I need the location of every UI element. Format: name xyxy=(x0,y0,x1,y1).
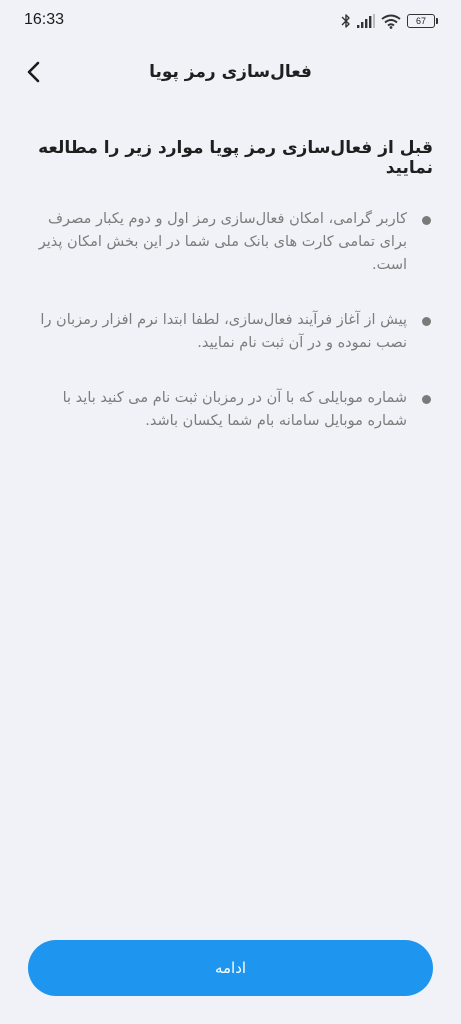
page-title: فعال‌سازی رمز پویا xyxy=(149,62,312,82)
bullet-icon xyxy=(422,317,431,326)
status-bar: 16:33 67 xyxy=(0,0,461,42)
list-item-text: پیش از آغاز فرآیند فعال‌سازی، لطفا ابتدا… xyxy=(40,312,407,351)
bullet-icon xyxy=(422,216,431,225)
app-bar: فعال‌سازی رمز پویا xyxy=(0,52,461,96)
wifi-icon xyxy=(381,14,401,29)
continue-button[interactable]: ادامه xyxy=(28,940,433,996)
list-item: شماره موبایلی که با آن در رمزبان ثبت نام… xyxy=(28,387,433,433)
notice-list: کاربر گرامی، امکان فعال‌سازی رمز اول و د… xyxy=(28,208,433,433)
bluetooth-icon xyxy=(341,13,351,29)
section-heading: قبل از فعال‌سازی رمز پویا موارد زیر را م… xyxy=(38,138,433,178)
signal-icon xyxy=(357,14,375,28)
battery-icon: 67 xyxy=(407,14,438,28)
bullet-icon xyxy=(422,395,431,404)
status-time: 16:33 xyxy=(24,11,65,28)
main-content: قبل از فعال‌سازی رمز پویا موارد زیر را م… xyxy=(28,138,433,465)
list-item-text: شماره موبایلی که با آن در رمزبان ثبت نام… xyxy=(62,390,407,429)
status-icons: 67 xyxy=(341,12,438,30)
list-item-text: کاربر گرامی، امکان فعال‌سازی رمز اول و د… xyxy=(38,211,407,273)
list-item: پیش از آغاز فرآیند فعال‌سازی، لطفا ابتدا… xyxy=(28,309,433,355)
list-item: کاربر گرامی، امکان فعال‌سازی رمز اول و د… xyxy=(28,208,433,277)
